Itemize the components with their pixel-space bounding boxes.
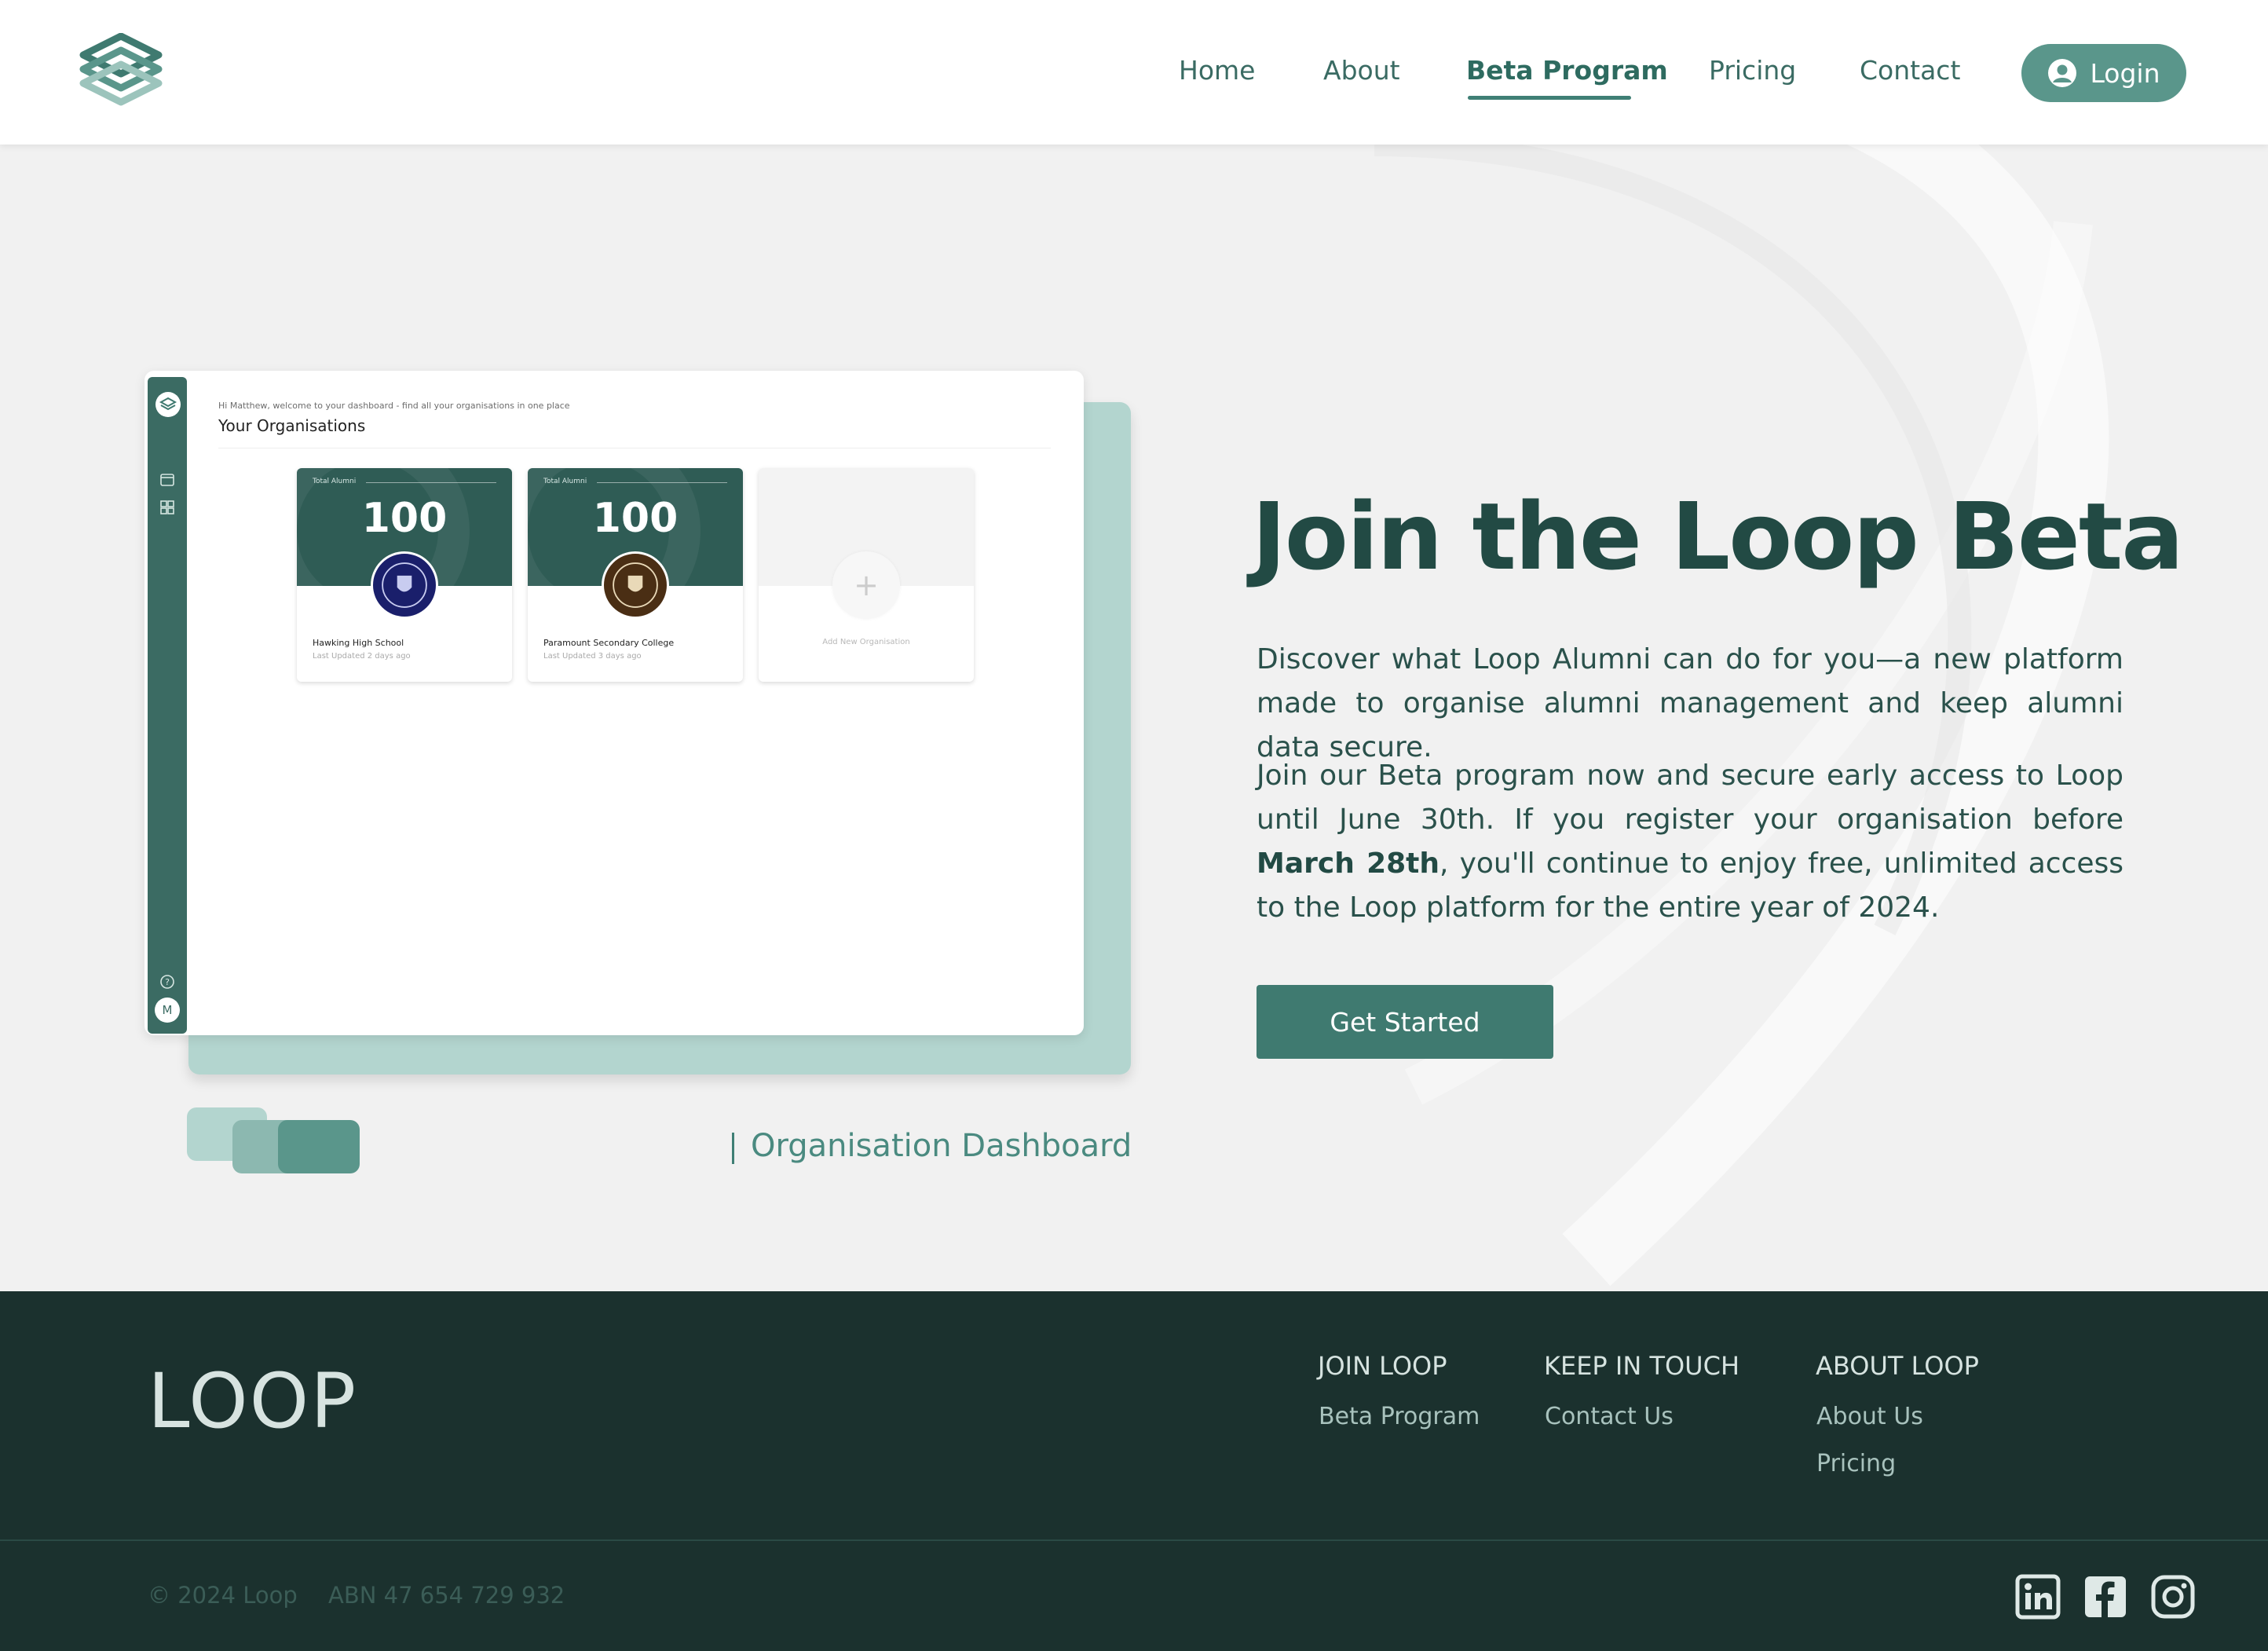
footer-link-about-us[interactable]: About Us — [1816, 1403, 1923, 1430]
footer-col-join-title: JOIN LOOP — [1318, 1351, 1447, 1381]
svg-text:?: ? — [165, 977, 170, 987]
org-card: Total Alumni 100 Paramount Secondary Col… — [528, 468, 743, 682]
add-organisation-label: Add New Organisation — [822, 638, 910, 646]
org-name: Paramount Secondary College — [543, 638, 675, 648]
footer-link-pricing[interactable]: Pricing — [1816, 1450, 1896, 1477]
footer-divider — [0, 1539, 2268, 1541]
site-footer: LOOP JOIN LOOP Beta Program KEEP IN TOUC… — [0, 1291, 2268, 1651]
nav-about[interactable]: About — [1323, 55, 1400, 86]
hero-beta-details: Join our Beta program now and secure ear… — [1257, 754, 2124, 930]
total-alumni-value: 100 — [361, 495, 448, 542]
nav-pricing[interactable]: Pricing — [1709, 55, 1796, 86]
linkedin-icon[interactable] — [2015, 1574, 2061, 1620]
org-name: Hawking High School — [313, 638, 404, 648]
dashboard-mockup: ? M Hi Matthew, welcome to your dashboar… — [144, 371, 1084, 1035]
mockup-logo-icon — [155, 392, 181, 417]
nav-home[interactable]: Home — [1179, 55, 1255, 86]
facebook-icon[interactable] — [2083, 1574, 2128, 1620]
footer-link-beta-program[interactable]: Beta Program — [1319, 1403, 1480, 1430]
caption-divider — [732, 1133, 734, 1164]
footer-col-about-title: ABOUT LOOP — [1816, 1351, 1979, 1381]
copyright: © 2024 Loop — [148, 1582, 298, 1609]
loop-logo-icon[interactable] — [79, 33, 163, 108]
nav-contact[interactable]: Contact — [1860, 55, 1960, 86]
org-updated: Last Updated 3 days ago — [543, 652, 642, 661]
nav-beta-program[interactable]: Beta Program — [1466, 55, 1668, 86]
carousel-dot-active[interactable] — [278, 1120, 360, 1173]
beta-deadline: March 28th — [1257, 847, 1440, 880]
carousel-indicators — [187, 1107, 360, 1173]
hero-section: ? M Hi Matthew, welcome to your dashboar… — [0, 145, 2268, 1291]
hero-title: Join the Loop Beta — [1252, 482, 2184, 591]
school-crest-icon — [602, 551, 669, 619]
help-icon: ? — [160, 975, 174, 989]
footer-col-keep-in-touch-title: KEEP IN TOUCH — [1544, 1351, 1739, 1381]
instagram-icon[interactable] — [2150, 1574, 2196, 1620]
abn-number: ABN 47 654 729 932 — [328, 1582, 565, 1609]
calendar-icon — [160, 474, 174, 486]
plus-icon: + — [832, 551, 900, 619]
total-alumni-label: Total Alumni — [313, 478, 357, 485]
footer-brand: LOOP — [148, 1357, 358, 1445]
grid-icon — [160, 500, 174, 514]
org-updated: Last Updated 2 days ago — [313, 652, 411, 661]
school-crest-icon — [371, 551, 438, 619]
get-started-button[interactable]: Get Started — [1257, 985, 1553, 1059]
login-button[interactable]: Login — [2021, 44, 2186, 102]
mockup-sidebar: ? M — [148, 377, 187, 1034]
site-header: Home About Beta Program Pricing Contact … — [0, 0, 2268, 145]
mockup-title: Your Organisations — [218, 416, 366, 435]
org-card: Total Alumni 100 Hawking High School Las… — [297, 468, 512, 682]
hero-description: Discover what Loop Alumni can do for you… — [1257, 643, 2124, 763]
total-alumni-label: Total Alumni — [543, 478, 587, 485]
label-divider — [597, 482, 727, 483]
beta-details-text: Join our Beta program now and secure ear… — [1257, 760, 2124, 836]
mockup-caption: Organisation Dashboard — [751, 1128, 1132, 1164]
add-organisation-card: + Add New Organisation — [759, 468, 974, 682]
active-nav-indicator — [1468, 96, 1631, 100]
mockup-avatar: M — [155, 998, 180, 1023]
user-circle-icon — [2048, 59, 2077, 87]
label-divider — [366, 482, 496, 483]
login-label: Login — [2090, 57, 2160, 89]
mockup-greeting: Hi Matthew, welcome to your dashboard - … — [218, 401, 570, 411]
footer-link-contact-us[interactable]: Contact Us — [1545, 1403, 1674, 1430]
total-alumni-value: 100 — [592, 495, 679, 542]
